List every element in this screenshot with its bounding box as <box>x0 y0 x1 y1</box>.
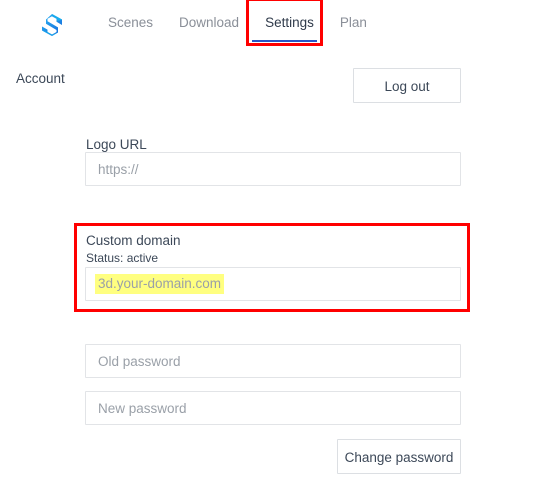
log-out-button[interactable]: Log out <box>353 68 461 103</box>
custom-domain-status: Status: active <box>86 251 159 265</box>
account-section-label: Account <box>16 71 65 86</box>
logo-url-input[interactable] <box>85 152 461 186</box>
nav-tab-scenes[interactable]: Scenes <box>108 13 153 33</box>
nav-tab-settings[interactable]: Settings <box>265 13 314 33</box>
custom-domain-input[interactable] <box>85 267 461 301</box>
new-password-input[interactable] <box>85 391 461 425</box>
custom-domain-label: Custom domain <box>86 233 181 248</box>
app-logo[interactable] <box>38 12 66 40</box>
nav-tab-download[interactable]: Download <box>179 13 239 33</box>
nav-tab-plan[interactable]: Plan <box>340 13 367 33</box>
change-password-button[interactable]: Change password <box>337 439 461 474</box>
active-tab-underline <box>252 40 317 42</box>
app-header: Scenes Download Settings Plan <box>0 0 537 52</box>
old-password-input[interactable] <box>85 344 461 378</box>
main-nav: Scenes Download Settings Plan <box>108 11 367 35</box>
